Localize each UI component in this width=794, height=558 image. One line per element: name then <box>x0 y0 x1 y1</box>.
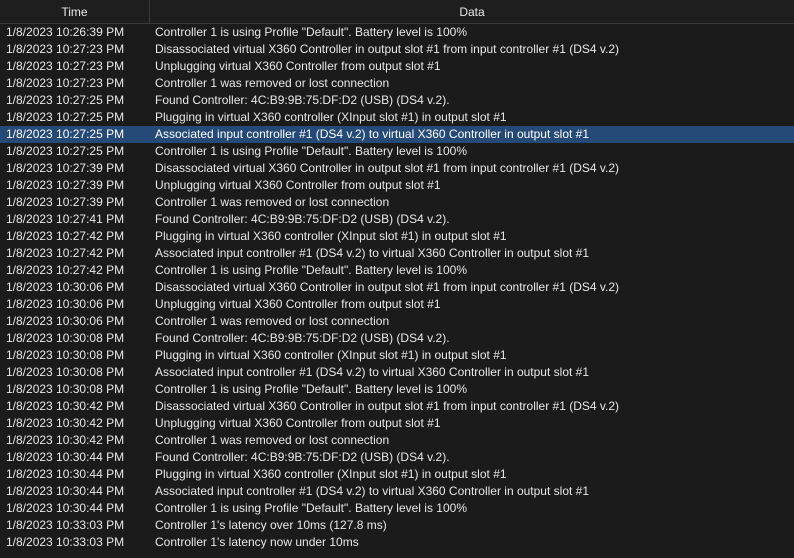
log-data-cell: Controller 1 is using Profile "Default".… <box>155 382 467 396</box>
log-time-cell: 1/8/2023 10:26:39 PM <box>6 25 125 39</box>
log-data-cell: Controller 1 is using Profile "Default".… <box>155 501 467 515</box>
log-data-cell: Unplugging virtual X360 Controller from … <box>155 416 441 430</box>
log-row[interactable]: 1/8/2023 10:30:44 PM Found Controller: 4C… <box>0 449 794 466</box>
log-data-cell: Associated input controller #1 (DS4 v.2)… <box>155 246 590 260</box>
log-data-cell: Found Controller: 4C:B9:9B:75:DF:D2 (USB… <box>155 450 450 464</box>
log-data-cell: Controller 1 was removed or lost connect… <box>155 314 390 328</box>
log-data-cell: Unplugging virtual X360 Controller from … <box>155 59 441 73</box>
log-time-cell: 1/8/2023 10:30:44 PM <box>6 467 125 481</box>
log-data-cell: Controller 1 is using Profile "Default".… <box>155 263 467 277</box>
log-data-cell: Unplugging virtual X360 Controller from … <box>155 178 441 192</box>
log-row[interactable]: 1/8/2023 10:30:08 PM Found Controller: 4C… <box>0 330 794 347</box>
log-row[interactable]: 1/8/2023 10:30:44 PM Plugging in virtual … <box>0 466 794 483</box>
log-data-cell: Controller 1's latency now under 10ms <box>155 535 359 549</box>
log-time-cell: 1/8/2023 10:30:42 PM <box>6 399 125 413</box>
log-row[interactable]: 1/8/2023 10:27:42 PM Associated input con… <box>0 245 794 262</box>
log-data-cell: Plugging in virtual X360 controller (XIn… <box>155 348 507 362</box>
log-time-cell: 1/8/2023 10:30:08 PM <box>6 382 125 396</box>
log-rows: 1/8/2023 10:26:39 PM Controller 1 is usin… <box>0 24 794 551</box>
log-time-cell: 1/8/2023 10:27:42 PM <box>6 229 125 243</box>
log-row[interactable]: 1/8/2023 10:27:23 PM Unplugging virtual X… <box>0 58 794 75</box>
log-data-cell: Controller 1 was removed or lost connect… <box>155 76 390 90</box>
log-row[interactable]: 1/8/2023 10:30:08 PM Controller 1 is usin… <box>0 381 794 398</box>
log-data-cell: Plugging in virtual X360 controller (XIn… <box>155 467 507 481</box>
log-row[interactable]: 1/8/2023 10:27:25 PM Associated input con… <box>0 126 794 143</box>
log-row[interactable]: 1/8/2023 10:27:23 PM Controller 1 was rem… <box>0 75 794 92</box>
log-row[interactable]: 1/8/2023 10:30:06 PM Disassociated virtua… <box>0 279 794 296</box>
log-row[interactable]: 1/8/2023 10:27:25 PM Controller 1 is usin… <box>0 143 794 160</box>
log-data-cell: Found Controller: 4C:B9:9B:75:DF:D2 (USB… <box>155 212 450 226</box>
log-list-view[interactable]: Time Data 1/8/2023 10:26:39 PM Controller… <box>0 0 794 558</box>
log-row[interactable]: 1/8/2023 10:30:08 PM Plugging in virtual … <box>0 347 794 364</box>
log-data-cell: Associated input controller #1 (DS4 v.2)… <box>155 365 590 379</box>
data-column-header[interactable]: Data <box>150 0 794 23</box>
log-time-cell: 1/8/2023 10:27:42 PM <box>6 246 125 260</box>
log-data-cell: Controller 1's latency over 10ms (127.8 … <box>155 518 387 532</box>
log-data-cell: Disassociated virtual X360 Controller in… <box>155 42 619 56</box>
log-row[interactable]: 1/8/2023 10:26:39 PM Controller 1 is usin… <box>0 24 794 41</box>
log-time-cell: 1/8/2023 10:27:39 PM <box>6 161 125 175</box>
log-time-cell: 1/8/2023 10:30:08 PM <box>6 365 125 379</box>
log-time-cell: 1/8/2023 10:30:42 PM <box>6 433 125 447</box>
log-time-cell: 1/8/2023 10:27:42 PM <box>6 263 125 277</box>
log-data-cell: Plugging in virtual X360 controller (XIn… <box>155 110 507 124</box>
log-data-cell: Found Controller: 4C:B9:9B:75:DF:D2 (USB… <box>155 93 450 107</box>
log-time-cell: 1/8/2023 10:30:08 PM <box>6 331 125 345</box>
log-data-cell: Plugging in virtual X360 controller (XIn… <box>155 229 507 243</box>
log-time-cell: 1/8/2023 10:27:25 PM <box>6 127 125 141</box>
log-row[interactable]: 1/8/2023 10:33:03 PM Controller 1's laten… <box>0 517 794 534</box>
log-row[interactable]: 1/8/2023 10:27:39 PM Unplugging virtual X… <box>0 177 794 194</box>
log-row[interactable]: 1/8/2023 10:27:39 PM Disassociated virtua… <box>0 160 794 177</box>
log-row[interactable]: 1/8/2023 10:27:41 PM Found Controller: 4C… <box>0 211 794 228</box>
log-time-cell: 1/8/2023 10:27:25 PM <box>6 110 125 124</box>
log-time-cell: 1/8/2023 10:30:06 PM <box>6 280 125 294</box>
log-row[interactable]: 1/8/2023 10:30:44 PM Controller 1 is usin… <box>0 500 794 517</box>
log-row[interactable]: 1/8/2023 10:27:23 PM Disassociated virtua… <box>0 41 794 58</box>
log-data-cell: Unplugging virtual X360 Controller from … <box>155 297 441 311</box>
log-data-cell: Controller 1 is using Profile "Default".… <box>155 25 467 39</box>
log-time-cell: 1/8/2023 10:30:42 PM <box>6 416 125 430</box>
log-row[interactable]: 1/8/2023 10:27:25 PM Found Controller: 4C… <box>0 92 794 109</box>
log-time-cell: 1/8/2023 10:30:06 PM <box>6 314 125 328</box>
log-time-cell: 1/8/2023 10:27:25 PM <box>6 144 125 158</box>
log-time-cell: 1/8/2023 10:27:41 PM <box>6 212 125 226</box>
log-time-cell: 1/8/2023 10:27:23 PM <box>6 76 125 90</box>
log-time-cell: 1/8/2023 10:30:44 PM <box>6 450 125 464</box>
log-time-cell: 1/8/2023 10:27:25 PM <box>6 93 125 107</box>
log-data-cell: Controller 1 was removed or lost connect… <box>155 195 390 209</box>
time-column-header[interactable]: Time <box>0 0 150 23</box>
log-row[interactable]: 1/8/2023 10:27:42 PM Controller 1 is usin… <box>0 262 794 279</box>
log-time-cell: 1/8/2023 10:30:44 PM <box>6 484 125 498</box>
log-time-cell: 1/8/2023 10:27:39 PM <box>6 178 125 192</box>
column-header-row: Time Data <box>0 0 794 24</box>
log-time-cell: 1/8/2023 10:33:03 PM <box>6 535 125 549</box>
log-row[interactable]: 1/8/2023 10:30:44 PM Associated input con… <box>0 483 794 500</box>
log-row[interactable]: 1/8/2023 10:33:03 PM Controller 1's laten… <box>0 534 794 551</box>
log-time-cell: 1/8/2023 10:27:23 PM <box>6 59 125 73</box>
log-data-cell: Associated input controller #1 (DS4 v.2)… <box>155 127 590 141</box>
log-row[interactable]: 1/8/2023 10:30:42 PM Controller 1 was rem… <box>0 432 794 449</box>
log-row[interactable]: 1/8/2023 10:27:42 PM Plugging in virtual … <box>0 228 794 245</box>
log-data-cell: Disassociated virtual X360 Controller in… <box>155 161 619 175</box>
log-row[interactable]: 1/8/2023 10:30:42 PM Disassociated virtua… <box>0 398 794 415</box>
log-data-cell: Controller 1 was removed or lost connect… <box>155 433 390 447</box>
log-time-cell: 1/8/2023 10:27:39 PM <box>6 195 125 209</box>
log-row[interactable]: 1/8/2023 10:30:42 PM Unplugging virtual X… <box>0 415 794 432</box>
log-data-cell: Controller 1 is using Profile "Default".… <box>155 144 467 158</box>
log-row[interactable]: 1/8/2023 10:30:06 PM Unplugging virtual X… <box>0 296 794 313</box>
log-row[interactable]: 1/8/2023 10:27:25 PM Plugging in virtual … <box>0 109 794 126</box>
log-time-cell: 1/8/2023 10:30:08 PM <box>6 348 125 362</box>
log-row[interactable]: 1/8/2023 10:30:06 PM Controller 1 was rem… <box>0 313 794 330</box>
log-data-cell: Associated input controller #1 (DS4 v.2)… <box>155 484 590 498</box>
log-data-cell: Disassociated virtual X360 Controller in… <box>155 280 619 294</box>
log-row[interactable]: 1/8/2023 10:30:08 PM Associated input con… <box>0 364 794 381</box>
log-time-cell: 1/8/2023 10:30:44 PM <box>6 501 125 515</box>
log-time-cell: 1/8/2023 10:33:03 PM <box>6 518 125 532</box>
log-data-cell: Disassociated virtual X360 Controller in… <box>155 399 619 413</box>
log-time-cell: 1/8/2023 10:27:23 PM <box>6 42 125 56</box>
log-row[interactable]: 1/8/2023 10:27:39 PM Controller 1 was rem… <box>0 194 794 211</box>
log-time-cell: 1/8/2023 10:30:06 PM <box>6 297 125 311</box>
log-data-cell: Found Controller: 4C:B9:9B:75:DF:D2 (USB… <box>155 331 450 345</box>
